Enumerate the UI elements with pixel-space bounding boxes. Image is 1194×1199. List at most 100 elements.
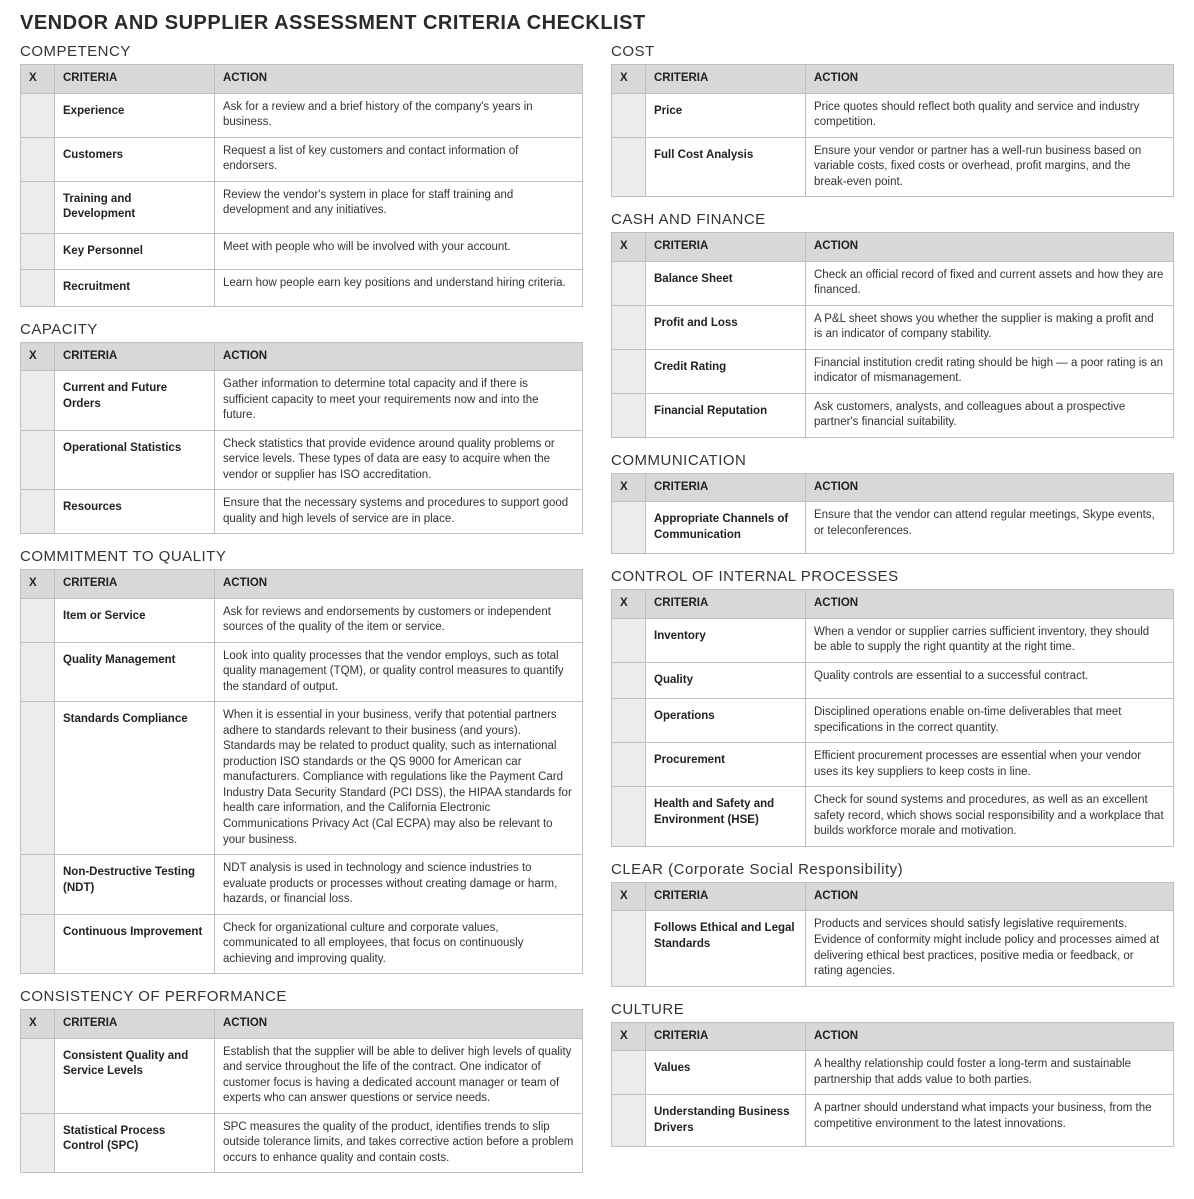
checkbox-cell[interactable] <box>612 137 646 197</box>
checkbox-cell[interactable] <box>21 430 55 490</box>
table-row: Balance SheetCheck an official record of… <box>612 261 1174 305</box>
action-cell: A partner should understand what impacts… <box>806 1095 1174 1147</box>
checkbox-cell[interactable] <box>21 855 55 915</box>
criteria-cell: Item or Service <box>55 598 215 642</box>
checkbox-cell[interactable] <box>612 261 646 305</box>
criteria-table: XCRITERIAACTIONAppropriate Channels of C… <box>611 473 1174 555</box>
checkbox-cell[interactable] <box>21 1113 55 1173</box>
criteria-cell: Quality Management <box>55 642 215 702</box>
header-x: X <box>21 570 55 599</box>
table-row: PricePrice quotes should reflect both qu… <box>612 93 1174 137</box>
action-cell: A healthy relationship could foster a lo… <box>806 1051 1174 1095</box>
table-row: ValuesA healthy relationship could foste… <box>612 1051 1174 1095</box>
checkbox-cell[interactable] <box>612 787 646 847</box>
header-criteria: CRITERIA <box>646 473 806 502</box>
criteria-cell: Current and Future Orders <box>55 371 215 431</box>
checkbox-cell[interactable] <box>612 305 646 349</box>
action-cell: A P&L sheet shows you whether the suppli… <box>806 305 1174 349</box>
action-cell: Financial institution credit rating shou… <box>806 349 1174 393</box>
section-title: COMMUNICATION <box>611 452 1174 469</box>
action-cell: Look into quality processes that the ven… <box>215 642 583 702</box>
criteria-table: XCRITERIAACTIONValuesA healthy relations… <box>611 1022 1174 1148</box>
section-title: CULTURE <box>611 1001 1174 1018</box>
action-cell: Quality controls are essential to a succ… <box>806 662 1174 699</box>
checkbox-cell[interactable] <box>612 699 646 743</box>
criteria-cell: Health and Safety and Environment (HSE) <box>646 787 806 847</box>
page-title: VENDOR AND SUPPLIER ASSESSMENT CRITERIA … <box>20 12 1174 35</box>
checkbox-cell[interactable] <box>612 1051 646 1095</box>
table-row: Statistical Process Control (SPC)SPC mea… <box>21 1113 583 1173</box>
checkbox-cell[interactable] <box>21 490 55 534</box>
header-criteria: CRITERIA <box>646 65 806 94</box>
table-row: OperationsDisciplined operations enable … <box>612 699 1174 743</box>
section: COMMITMENT TO QUALITYXCRITERIAACTIONItem… <box>20 548 583 974</box>
section-title: CLEAR (Corporate Social Responsibility) <box>611 861 1174 878</box>
section-title: COMMITMENT TO QUALITY <box>20 548 583 565</box>
checkbox-cell[interactable] <box>21 598 55 642</box>
criteria-cell: Price <box>646 93 806 137</box>
criteria-table: XCRITERIAACTIONFollows Ethical and Legal… <box>611 882 1174 987</box>
table-row: CustomersRequest a list of key customers… <box>21 137 583 181</box>
section-title: CONTROL OF INTERNAL PROCESSES <box>611 568 1174 585</box>
action-cell: Check statistics that provide evidence a… <box>215 430 583 490</box>
table-row: Item or ServiceAsk for reviews and endor… <box>21 598 583 642</box>
criteria-cell: Balance Sheet <box>646 261 806 305</box>
checkbox-cell[interactable] <box>612 911 646 986</box>
section: COSTXCRITERIAACTIONPricePrice quotes sho… <box>611 43 1174 197</box>
table-row: Follows Ethical and Legal StandardsProdu… <box>612 911 1174 986</box>
criteria-table: XCRITERIAACTIONPricePrice quotes should … <box>611 64 1174 197</box>
criteria-table: XCRITERIAACTIONBalance SheetCheck an off… <box>611 232 1174 438</box>
criteria-table: XCRITERIAACTIONCurrent and Future Orders… <box>20 342 583 535</box>
header-criteria: CRITERIA <box>55 570 215 599</box>
checkbox-cell[interactable] <box>21 914 55 974</box>
checkbox-cell[interactable] <box>21 270 55 307</box>
criteria-cell: Financial Reputation <box>646 393 806 437</box>
header-criteria: CRITERIA <box>55 342 215 371</box>
checkbox-cell[interactable] <box>21 181 55 233</box>
header-criteria: CRITERIA <box>646 590 806 619</box>
header-x: X <box>612 233 646 262</box>
checkbox-cell[interactable] <box>21 233 55 270</box>
table-row: RecruitmentLearn how people earn key pos… <box>21 270 583 307</box>
checkbox-cell[interactable] <box>612 393 646 437</box>
section: COMPETENCYXCRITERIAACTIONExperienceAsk f… <box>20 43 583 307</box>
table-row: Non-Destructive Testing (NDT)NDT analysi… <box>21 855 583 915</box>
checkbox-cell[interactable] <box>612 662 646 699</box>
header-criteria: CRITERIA <box>646 882 806 911</box>
checkbox-cell[interactable] <box>612 1095 646 1147</box>
criteria-cell: Continuous Improvement <box>55 914 215 974</box>
action-cell: Meet with people who will be involved wi… <box>215 233 583 270</box>
action-cell: Check for sound systems and procedures, … <box>806 787 1174 847</box>
criteria-cell: Customers <box>55 137 215 181</box>
header-criteria: CRITERIA <box>55 1010 215 1039</box>
checkbox-cell[interactable] <box>21 371 55 431</box>
criteria-table: XCRITERIAACTIONExperienceAsk for a revie… <box>20 64 583 307</box>
checkbox-cell[interactable] <box>612 618 646 662</box>
checkbox-cell[interactable] <box>21 137 55 181</box>
table-row: Current and Future OrdersGather informat… <box>21 371 583 431</box>
criteria-cell: Profit and Loss <box>646 305 806 349</box>
action-cell: Check for organizational culture and cor… <box>215 914 583 974</box>
header-x: X <box>612 590 646 619</box>
section: CULTURE XCRITERIAACTIONValuesA healthy re… <box>611 1001 1174 1148</box>
checkbox-cell[interactable] <box>612 502 646 554</box>
action-cell: Products and services should satisfy leg… <box>806 911 1174 986</box>
header-action: ACTION <box>806 590 1174 619</box>
checkbox-cell[interactable] <box>612 743 646 787</box>
criteria-cell: Values <box>646 1051 806 1095</box>
criteria-cell: Procurement <box>646 743 806 787</box>
action-cell: Gather information to determine total ca… <box>215 371 583 431</box>
criteria-cell: Training and Development <box>55 181 215 233</box>
checkbox-cell[interactable] <box>21 93 55 137</box>
checkbox-cell[interactable] <box>21 642 55 702</box>
header-action: ACTION <box>806 1022 1174 1051</box>
checkbox-cell[interactable] <box>612 93 646 137</box>
checkbox-cell[interactable] <box>612 349 646 393</box>
checkbox-cell[interactable] <box>21 1038 55 1113</box>
table-row: Profit and LossA P&L sheet shows you whe… <box>612 305 1174 349</box>
section: COMMUNICATION XCRITERIAACTIONAppropriate … <box>611 452 1174 555</box>
action-cell: NDT analysis is used in technology and s… <box>215 855 583 915</box>
criteria-cell: Statistical Process Control (SPC) <box>55 1113 215 1173</box>
checkbox-cell[interactable] <box>21 702 55 855</box>
criteria-cell: Operational Statistics <box>55 430 215 490</box>
